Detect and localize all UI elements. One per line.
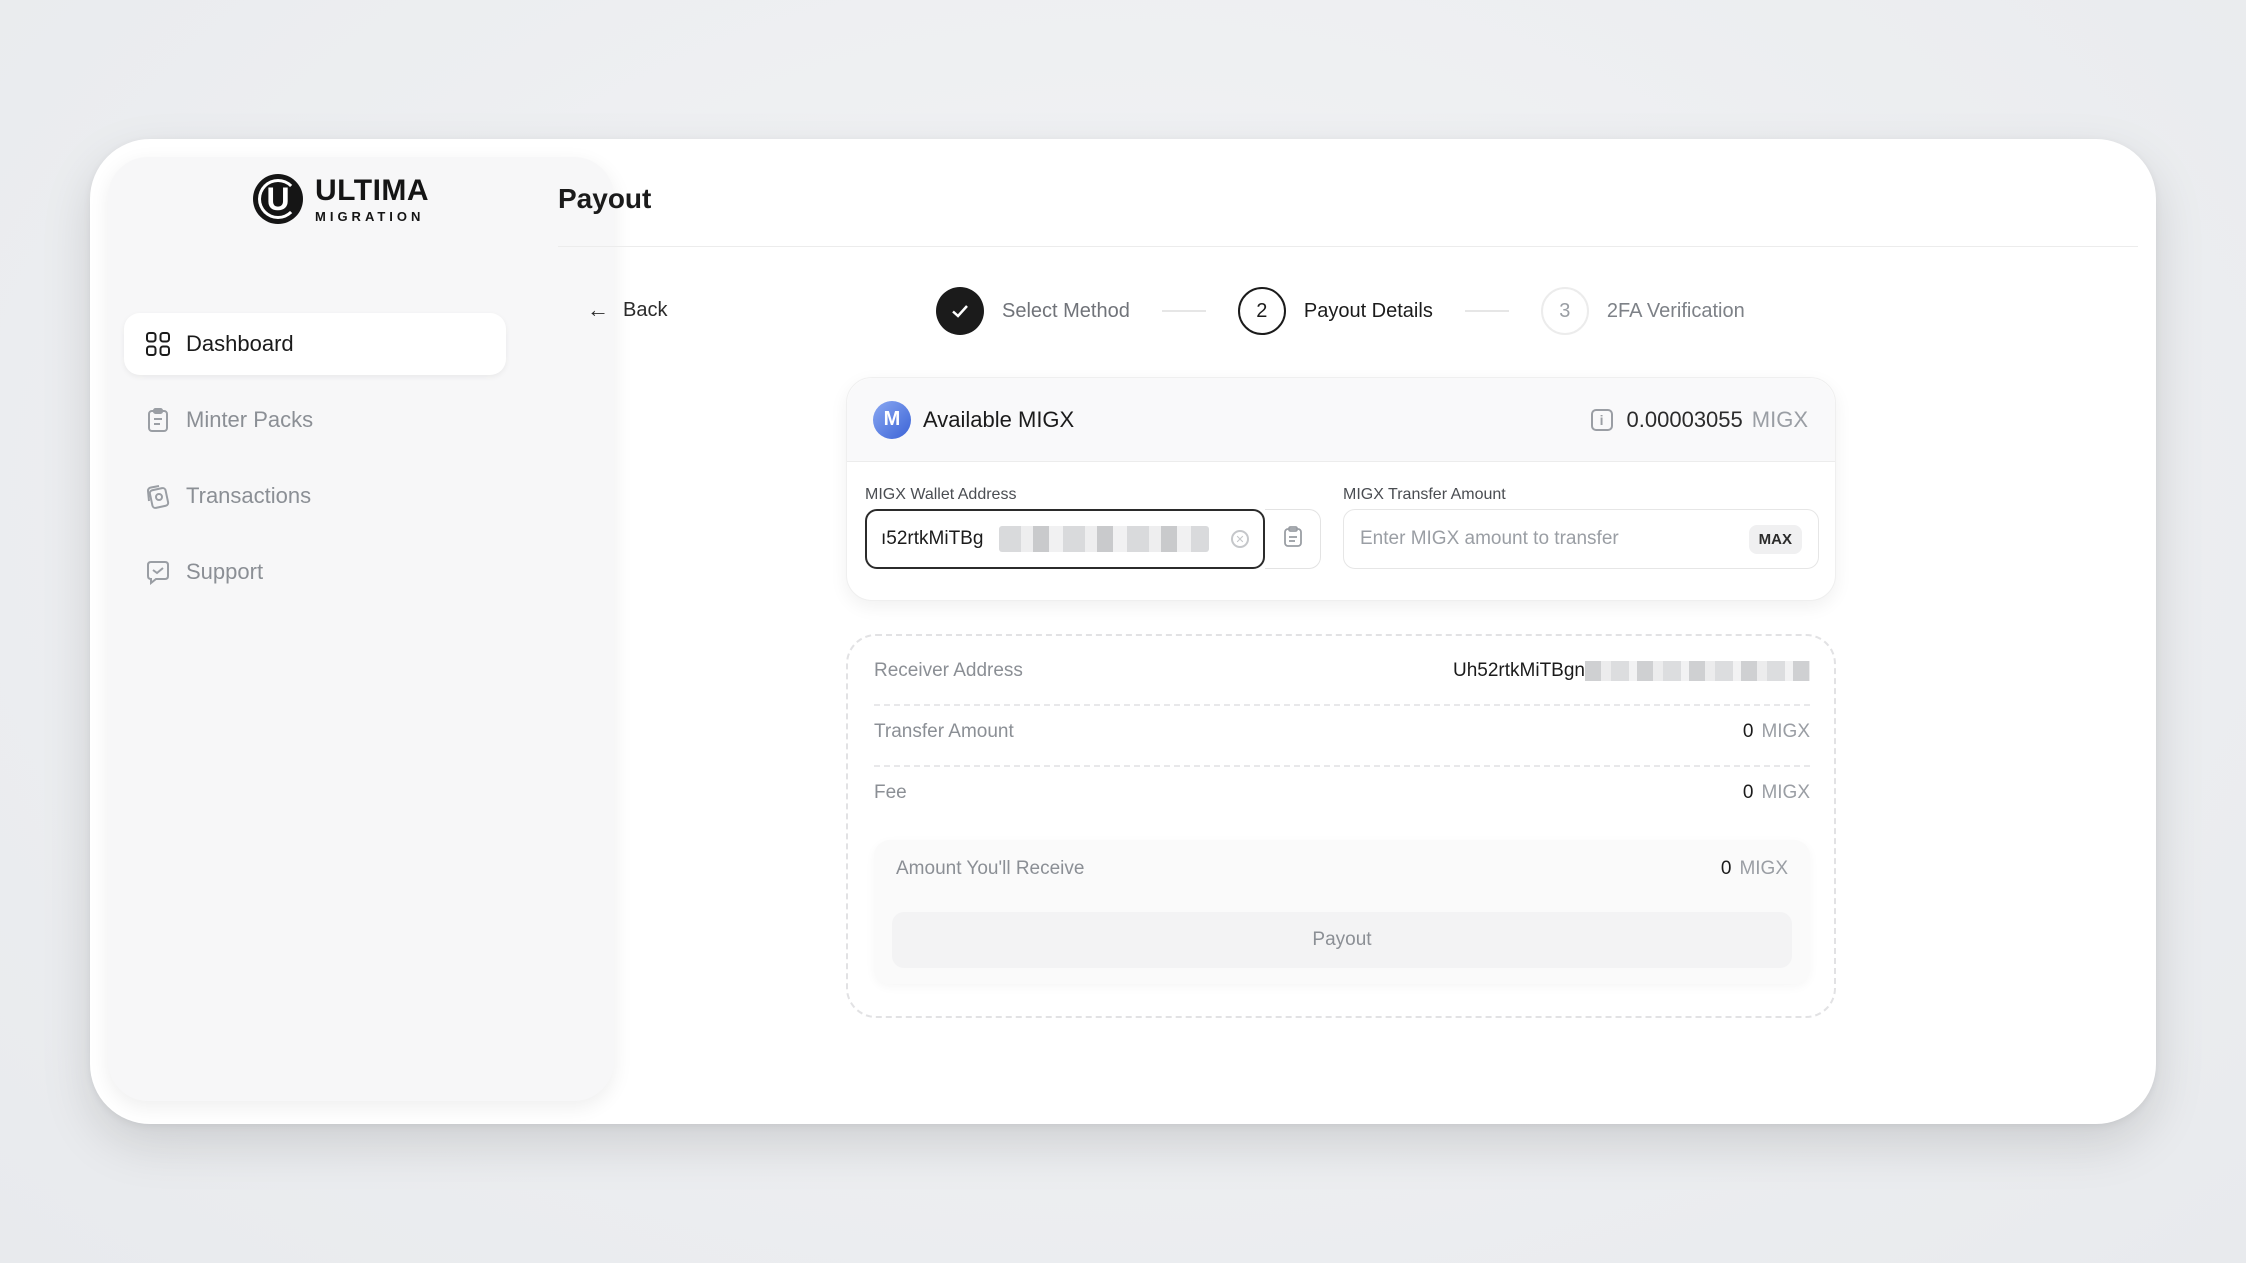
unit-label: MIGX [1761, 721, 1810, 742]
step-connector [1161, 310, 1206, 312]
wallet-address-value: ı52rtkMiTBg [881, 528, 984, 549]
receive-box: Amount You'll Receive 0 MIGX Payout [874, 840, 1810, 984]
receive-label: Amount You'll Receive [896, 858, 1085, 879]
transfer-amount-input[interactable] [1360, 528, 1749, 550]
step-number: 3 [1540, 287, 1589, 335]
redacted-address [999, 526, 1210, 552]
balance-unit: MIGX [1751, 406, 1808, 432]
sidebar-item-label: Support [186, 559, 264, 584]
transfer-amount-label: MIGX Transfer Amount [1343, 486, 1506, 503]
clear-icon[interactable]: ✕ [1231, 530, 1249, 548]
grid-icon [144, 330, 172, 358]
clipboard-icon [144, 406, 172, 434]
paste-button[interactable] [1265, 509, 1321, 569]
payout-form-card: M Available MIGX i 0.00003055 MIGX MIGX … [846, 377, 1836, 601]
fee-row: Fee 0 MIGX [874, 782, 1810, 804]
transfer-amount-summary-label: Transfer Amount [874, 721, 1014, 742]
wallet-address-label: MIGX Wallet Address [865, 486, 1017, 503]
back-button[interactable]: ← Back [587, 297, 667, 323]
fee-value: 0 [1742, 782, 1754, 803]
sidebar-nav: Dashboard Minter Packs Transactions Supp… [124, 313, 506, 617]
redacted-address [1585, 661, 1810, 681]
available-balance: i 0.00003055 MIGX [1590, 406, 1808, 433]
sidebar-item-label: Dashboard [186, 331, 294, 356]
sidebar-item-label: Minter Packs [186, 407, 314, 432]
brand-title: ULTIMA [315, 173, 430, 207]
sidebar-item-transactions[interactable]: Transactions [124, 465, 506, 527]
step-label: 2FA Verification [1606, 299, 1745, 322]
step-connector [1464, 310, 1509, 312]
brand-logo[interactable]: U ULTIMA MIGRATION [253, 174, 429, 224]
migx-logo-icon: M [873, 400, 911, 439]
payout-button[interactable]: Payout [892, 912, 1792, 968]
unit-label: MIGX [1761, 782, 1810, 803]
stepper: Select Method 2 Payout Details 3 2FA Ver… [936, 287, 1745, 335]
header-divider [558, 246, 2138, 247]
payout-summary: Receiver Address Uh52rtkMiTBgn Transfer … [846, 634, 1836, 1018]
transfer-amount-summary-value: 0 [1742, 721, 1754, 742]
cards-icon [144, 482, 172, 510]
available-title: Available MIGX [923, 406, 1075, 432]
receive-row: Amount You'll Receive 0 MIGX [896, 858, 1788, 880]
max-button[interactable]: MAX [1748, 524, 1802, 554]
step-label: Select Method [1002, 299, 1130, 322]
app-window: U ULTIMA MIGRATION Dashboard Minter Pack… [90, 139, 2156, 1124]
available-balance-header: M Available MIGX i 0.00003055 MIGX [847, 378, 1835, 462]
receive-value: 0 [1720, 858, 1732, 879]
fee-label: Fee [874, 782, 907, 803]
clipboard-icon [1283, 525, 1303, 553]
transfer-amount-field[interactable]: MAX [1343, 509, 1819, 569]
chat-icon [144, 558, 172, 586]
sidebar-item-minter-packs[interactable]: Minter Packs [124, 389, 506, 451]
arrow-left-icon: ← [587, 297, 609, 322]
info-icon[interactable]: i [1590, 408, 1613, 431]
sidebar-item-dashboard[interactable]: Dashboard [124, 313, 506, 375]
step-label: Payout Details [1303, 299, 1433, 322]
receiver-address-value: Uh52rtkMiTBgn [1453, 660, 1585, 681]
balance-value: 0.00003055 [1626, 406, 1743, 432]
step-number: 2 [1237, 287, 1286, 335]
sidebar: U ULTIMA MIGRATION Dashboard Minter Pack… [108, 157, 614, 1101]
step-2fa-verification[interactable]: 3 2FA Verification [1540, 287, 1745, 335]
check-icon [936, 287, 984, 335]
summary-divider [874, 704, 1810, 706]
brand-subtitle: MIGRATION [315, 208, 425, 224]
transfer-amount-row: Transfer Amount 0 MIGX [874, 721, 1810, 743]
sidebar-item-support[interactable]: Support [124, 541, 506, 603]
back-label: Back [623, 298, 668, 321]
summary-divider [874, 765, 1810, 767]
page-title: Payout [558, 183, 652, 214]
unit-label: MIGX [1739, 858, 1788, 879]
step-select-method[interactable]: Select Method [936, 287, 1130, 335]
receiver-address-row: Receiver Address Uh52rtkMiTBgn [874, 660, 1810, 682]
wallet-address-input[interactable]: ı52rtkMiTBg ✕ [865, 509, 1265, 569]
receiver-address-label: Receiver Address [874, 660, 1023, 681]
sidebar-item-label: Transactions [186, 483, 312, 508]
step-payout-details[interactable]: 2 Payout Details [1237, 287, 1433, 335]
ultima-logo-icon: U [253, 174, 303, 224]
